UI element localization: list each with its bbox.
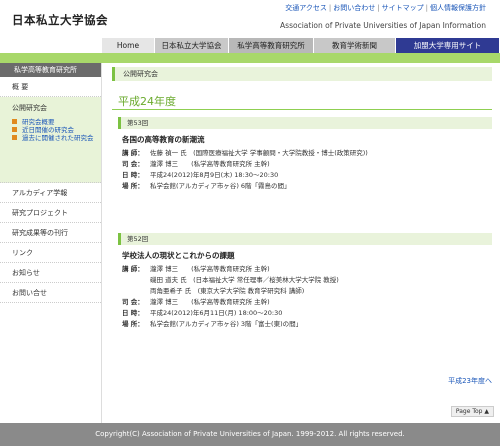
event-date-row: 日 時： 平成24(2012)年8月9日(木) 18:30〜20:30 xyxy=(122,171,279,179)
sidebar-head: 私学高等教育研究所 xyxy=(0,63,101,77)
year-divider xyxy=(112,109,492,110)
nav-newspaper[interactable]: 教育学術新聞 xyxy=(314,38,396,53)
main-content: 公開研究会 平成24年度 第53回 各国の高等教育の新潮流 講 師： 佐藤 禎一 … xyxy=(112,63,500,423)
sidebar-subitem-outline[interactable]: 研究会概要 xyxy=(12,118,101,126)
event-chair-row: 司 会： 瀧澤 博三 (私学高等教育研究所 主幹) xyxy=(122,160,270,168)
event-number: 第52回 xyxy=(118,233,492,245)
page-top-button[interactable]: Page Top ▲ xyxy=(450,406,494,417)
event-lecturer-row: 講 師： 瀧澤 博三 (私学高等教育研究所 主幹) xyxy=(122,265,270,273)
event-place-row: 場 所： 私学会館(アルカディア市ヶ谷) 3階「富士(東)の間」 xyxy=(122,320,303,328)
main-nav: Home 日本私立大学協会 私学高等教育研究所 教育学術新聞 加盟大学専用サイト xyxy=(102,38,500,53)
sitemap-link[interactable]: サイトマップ xyxy=(382,4,424,12)
sidebar-item-links[interactable]: リンク xyxy=(0,243,101,263)
event-chair-row: 司 会： 瀧澤 博三 (私学高等教育研究所 主幹) xyxy=(122,298,270,306)
sidebar-item-inquiry[interactable]: お問い合せ xyxy=(0,283,101,303)
sidebar-item-projects[interactable]: 研究プロジェクト xyxy=(0,203,101,223)
year-title: 平成24年度 xyxy=(118,95,176,108)
event-lecturer-row: 磯田 道夫 氏 (日本福祉大学 常任理事／桜美林大学大学院 教授) xyxy=(150,276,339,284)
event-lecturer-row: 講 師： 佐藤 禎一 氏 (国際医療福祉大学 学事顧問・大学院教授・博士(政策研究… xyxy=(122,149,368,157)
event-53: 第53回 各国の高等教育の新潮流 講 師： 佐藤 禎一 氏 (国際医療福祉大学 学… xyxy=(118,117,492,192)
nav-institute[interactable]: 私学高等教育研究所 xyxy=(229,38,314,53)
green-divider xyxy=(0,53,500,63)
sidebar: 私学高等教育研究所 概 要 公開研究会 研究会概要 近日開催の研究会 過去に開催… xyxy=(0,63,102,423)
footer-copyright: Copyright(C) Association of Private Univ… xyxy=(0,423,500,446)
event-place-row: 場 所： 私学会館(アルカディア市ヶ谷) 6階「霧島の間」 xyxy=(122,182,291,190)
event-lecturer-row: 両角亜希子 氏 (東京大学大学院 教育学研究科 講師) xyxy=(150,287,305,295)
nav-association[interactable]: 日本私立大学協会 xyxy=(155,38,229,53)
sidebar-item-arcadia[interactable]: アルカディア学報 xyxy=(0,183,101,203)
english-name: Association of Private Universities of J… xyxy=(280,21,486,30)
sidebar-item-news[interactable]: お知らせ xyxy=(0,263,101,283)
site-header: 日本私立大学協会 交通アクセス | お問い合わせ | サイトマップ | 個人情報保護方針 A… xyxy=(0,0,500,38)
site-logo[interactable]: 日本私立大学協会 xyxy=(12,12,108,28)
event-date-row: 日 時： 平成24(2012)年6月11日(月) 18:00〜20:30 xyxy=(122,309,283,317)
sidebar-subitem-past[interactable]: 過去に開催された研究会 xyxy=(12,134,101,142)
nav-home[interactable]: Home xyxy=(102,38,155,53)
sidebar-item-seminar: 公開研究会 研究会概要 近日開催の研究会 過去に開催された研究会 xyxy=(0,97,101,183)
previous-year-link[interactable]: 平成23年度へ xyxy=(448,376,492,386)
sidebar-item-seminar-label[interactable]: 公開研究会 xyxy=(12,103,101,113)
event-number: 第53回 xyxy=(118,117,492,129)
privacy-link[interactable]: 個人情報保護方針 xyxy=(430,4,486,12)
event-title: 各国の高等教育の新潮流 xyxy=(122,135,205,144)
nav-members[interactable]: 加盟大学専用サイト xyxy=(396,38,500,53)
access-link[interactable]: 交通アクセス xyxy=(285,4,327,12)
section-heading: 公開研究会 xyxy=(112,67,492,81)
utility-links: 交通アクセス | お問い合わせ | サイトマップ | 個人情報保護方針 xyxy=(285,4,486,12)
event-title: 学校法人の現状とこれからの課題 xyxy=(122,251,235,260)
sidebar-item-publications[interactable]: 研究成果等の刊行 xyxy=(0,223,101,243)
event-52: 第52回 学校法人の現状とこれからの課題 講 師： 瀧澤 博三 (私学高等教育研究… xyxy=(118,233,492,330)
contact-link[interactable]: お問い合わせ xyxy=(333,4,375,12)
sidebar-item-overview[interactable]: 概 要 xyxy=(0,77,101,97)
sidebar-subitems: 研究会概要 近日開催の研究会 過去に開催された研究会 xyxy=(12,118,101,142)
sidebar-subitem-upcoming[interactable]: 近日開催の研究会 xyxy=(12,126,101,134)
